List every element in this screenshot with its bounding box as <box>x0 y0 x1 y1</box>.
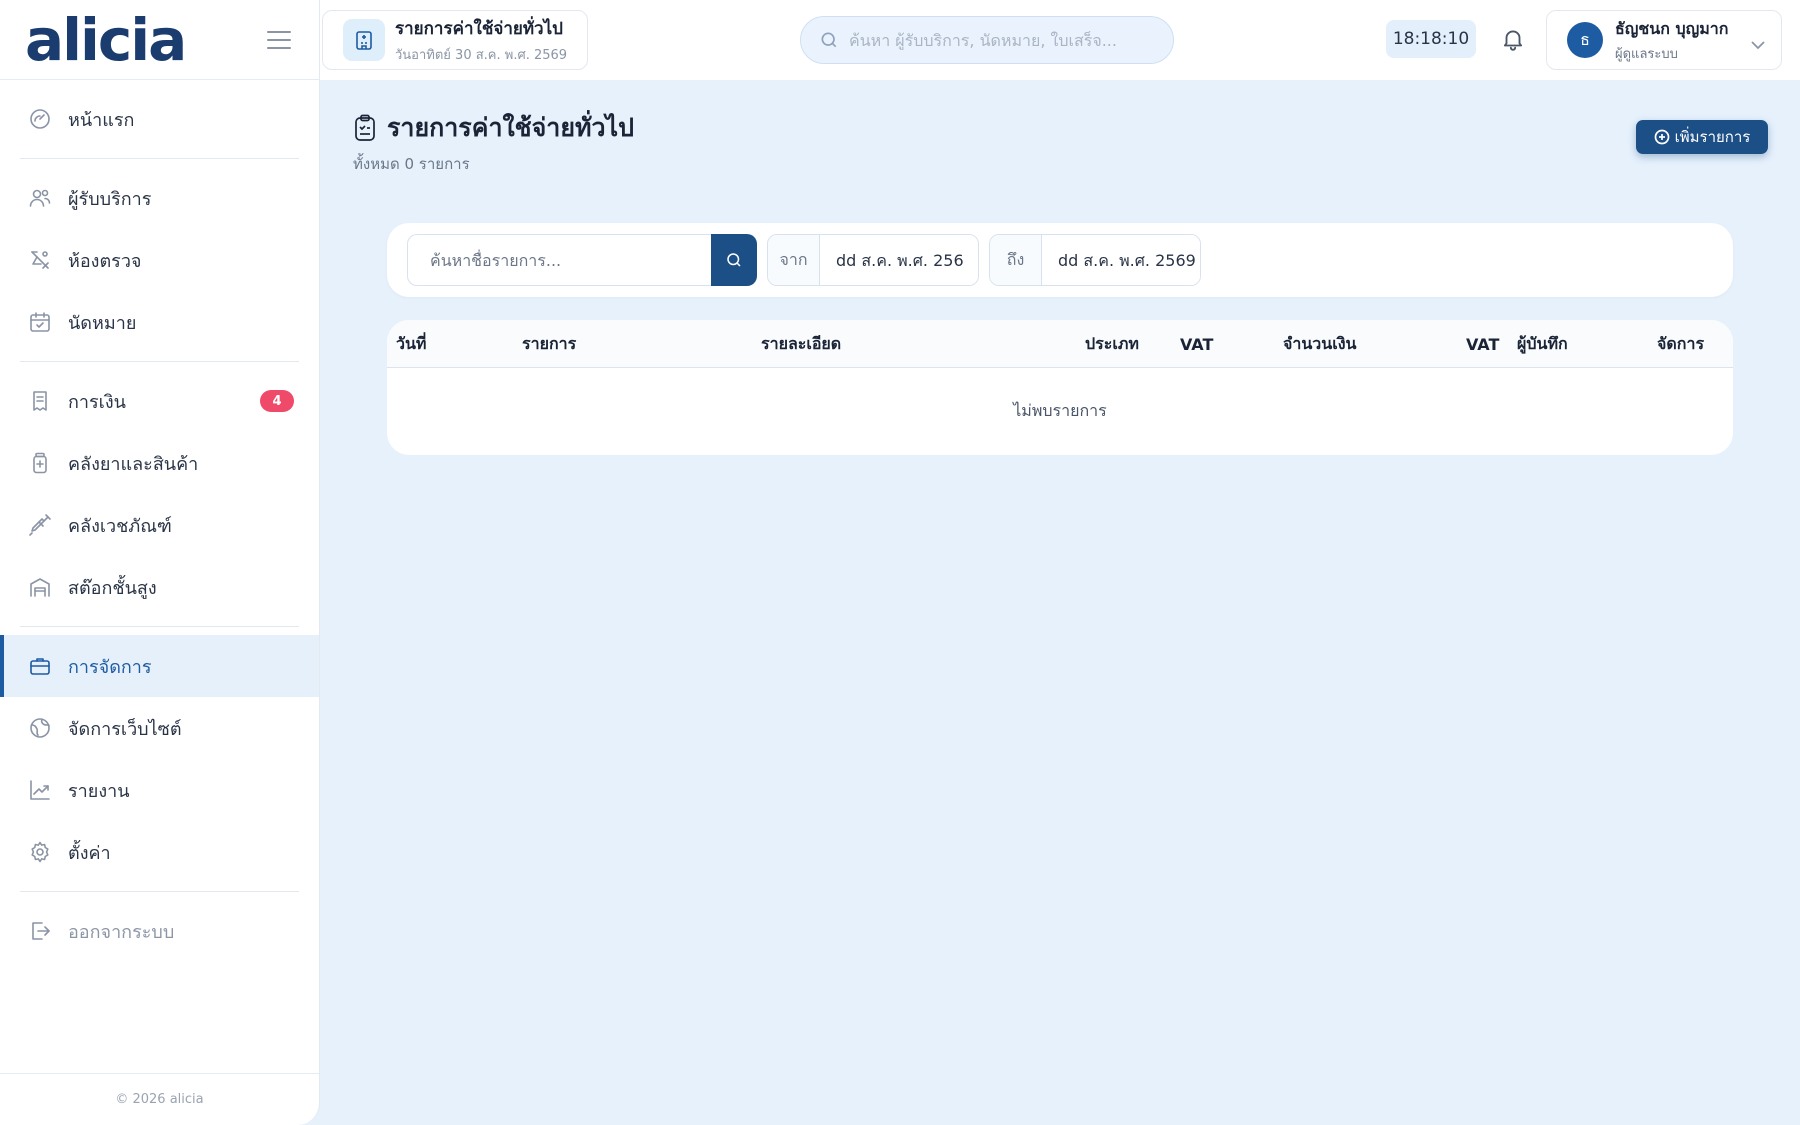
sidebar-item-settings[interactable]: ตั้งค่า <box>0 821 319 883</box>
add-item-button[interactable]: เพิ่มรายการ <box>1636 120 1768 154</box>
item-search-input[interactable] <box>407 234 711 286</box>
sidebar-item-label: ออกจากระบบ <box>68 921 175 943</box>
search-icon <box>821 32 837 48</box>
chip-date: วันอาทิตย์ 30 ส.ค. พ.ศ. 2569 <box>395 48 568 63</box>
sidebar-item-label: การเงิน <box>68 391 126 413</box>
sidebar-item-label: ผู้รับบริการ <box>68 188 152 210</box>
logout-icon <box>28 919 52 943</box>
sidebar-item-finance[interactable]: การเงิน 4 <box>0 370 319 432</box>
global-search-input[interactable] <box>849 30 1159 50</box>
nav-divider <box>20 361 299 362</box>
search-icon <box>727 253 741 267</box>
syringe-icon <box>28 513 52 537</box>
date-to-label: ถึง <box>990 235 1042 285</box>
sidebar-item-clients[interactable]: ผู้รับบริการ <box>0 167 319 229</box>
column-actions: จัดการ <box>1657 333 1705 353</box>
users-icon <box>28 186 52 210</box>
search-button[interactable] <box>711 234 757 286</box>
sidebar-nav: หน้าแรก ผู้รับบริการ ห้องตรวจ นัดหมาย กา… <box>0 88 319 962</box>
sidebar-item-high-stock[interactable]: สต๊อกชั้นสูง <box>0 556 319 618</box>
page-title: รายการค่าใช้จ่ายทั่วไป <box>387 113 634 142</box>
chip-title: รายการค่าใช้จ่ายทั่วไป <box>395 19 563 39</box>
sidebar-item-label: สต๊อกชั้นสูง <box>68 577 157 599</box>
column-item[interactable]: รายการ <box>522 320 576 368</box>
receipt-icon <box>28 389 52 413</box>
brand-header: alicia <box>0 0 319 80</box>
sidebar-item-label: คลังยาและสินค้า <box>68 453 199 475</box>
sidebar-item-exam-room[interactable]: ห้องตรวจ <box>0 229 319 291</box>
sidebar-item-supplies[interactable]: คลังเวชภัณฑ์ <box>0 494 319 556</box>
sidebar-item-appointments[interactable]: นัดหมาย <box>0 291 319 353</box>
app-logo[interactable]: alicia <box>25 11 187 69</box>
nav-divider <box>20 891 299 892</box>
nav-divider <box>20 626 299 627</box>
nav-divider <box>20 158 299 159</box>
calendar-check-icon <box>28 310 52 334</box>
clock-display: 18:18:10 <box>1386 20 1476 58</box>
date-from-label: จาก <box>768 235 820 285</box>
sidebar-item-label: คลังเวชภัณฑ์ <box>68 515 172 537</box>
column-vat-2[interactable]: VAT <box>1466 320 1499 368</box>
column-recorder[interactable]: ผู้บันทึก <box>1517 320 1568 368</box>
avatar: ธ <box>1567 22 1603 58</box>
finance-badge: 4 <box>260 390 294 412</box>
page-header: รายการค่าใช้จ่ายทั่วไป ทั้งหมด 0 รายการ <box>353 108 634 176</box>
sidebar-item-label: รายงาน <box>68 780 130 802</box>
briefcase-icon <box>28 654 52 678</box>
column-detail[interactable]: รายละเอียด <box>761 320 841 368</box>
clipboard-icon <box>355 114 375 141</box>
sidebar-item-label: นัดหมาย <box>68 312 137 334</box>
global-search <box>800 16 1174 64</box>
add-item-label: เพิ่มรายการ <box>1674 129 1751 146</box>
sidebar-item-label: หน้าแรก <box>68 109 135 131</box>
sidebar-item-label: ตั้งค่า <box>68 842 111 864</box>
expense-table: วันที่ รายการ รายละเอียด ประเภท VAT จำนว… <box>387 320 1733 455</box>
sidebar: alicia หน้าแรก ผู้รับบริการ ห้องตรวจ นัด… <box>0 0 320 1125</box>
user-name: ธัญชนก บุญมาก <box>1615 18 1729 38</box>
filter-bar: จาก ถึง <box>387 223 1733 297</box>
page-count: ทั้งหมด 0 รายการ <box>353 155 470 173</box>
sidebar-item-label: การจัดการ <box>68 656 152 678</box>
date-from-input[interactable] <box>820 235 978 285</box>
column-type[interactable]: ประเภท <box>1085 320 1139 368</box>
sidebar-item-home[interactable]: หน้าแรก <box>0 88 319 150</box>
topbar: รายการค่าใช้จ่ายทั่วไป วันอาทิตย์ 30 ส.ค… <box>320 0 1800 80</box>
chevron-down-icon <box>1751 35 1765 50</box>
hospital-icon <box>343 19 385 61</box>
menu-toggle-icon[interactable] <box>267 30 291 49</box>
sidebar-item-medicine-stock[interactable]: คลังยาและสินค้า <box>0 432 319 494</box>
gear-icon <box>28 840 52 864</box>
empty-state: ไม่พบรายการ <box>1013 400 1107 420</box>
date-to-input[interactable] <box>1042 235 1200 285</box>
current-page-chip[interactable]: รายการค่าใช้จ่ายทั่วไป วันอาทิตย์ 30 ส.ค… <box>322 10 588 70</box>
user-menu[interactable]: ธ ธัญชนก บุญมาก ผู้ดูแลระบบ <box>1546 10 1782 70</box>
table-header: วันที่ รายการ รายละเอียด ประเภท VAT จำนว… <box>387 320 1733 368</box>
column-vat[interactable]: VAT <box>1180 320 1213 368</box>
sidebar-item-website[interactable]: จัดการเว็บไซต์ <box>0 697 319 759</box>
sidebar-item-label: ห้องตรวจ <box>68 250 142 272</box>
column-date[interactable]: วันที่ <box>396 320 426 368</box>
dashboard-icon <box>28 107 52 131</box>
sidebar-item-reports[interactable]: รายงาน <box>0 759 319 821</box>
sidebar-item-label: จัดการเว็บไซต์ <box>68 718 182 740</box>
globe-icon <box>28 716 52 740</box>
sidebar-item-management[interactable]: การจัดการ <box>0 635 319 697</box>
sidebar-footer: © 2026 alicia <box>0 1073 319 1125</box>
plus-circle-icon <box>1654 129 1669 145</box>
item-search-group <box>407 234 757 286</box>
medicine-bottle-icon <box>28 451 52 475</box>
column-amount[interactable]: จำนวนเงิน <box>1283 320 1356 368</box>
stethoscope-icon <box>28 248 52 272</box>
notification-bell-icon[interactable] <box>1498 22 1528 56</box>
sidebar-item-logout[interactable]: ออกจากระบบ <box>0 900 319 962</box>
date-from-group: จาก <box>767 234 979 286</box>
warehouse-icon <box>28 575 52 599</box>
chart-line-icon <box>28 778 52 802</box>
user-role: ผู้ดูแลระบบ <box>1615 46 1678 62</box>
date-to-group: ถึง <box>989 234 1201 286</box>
